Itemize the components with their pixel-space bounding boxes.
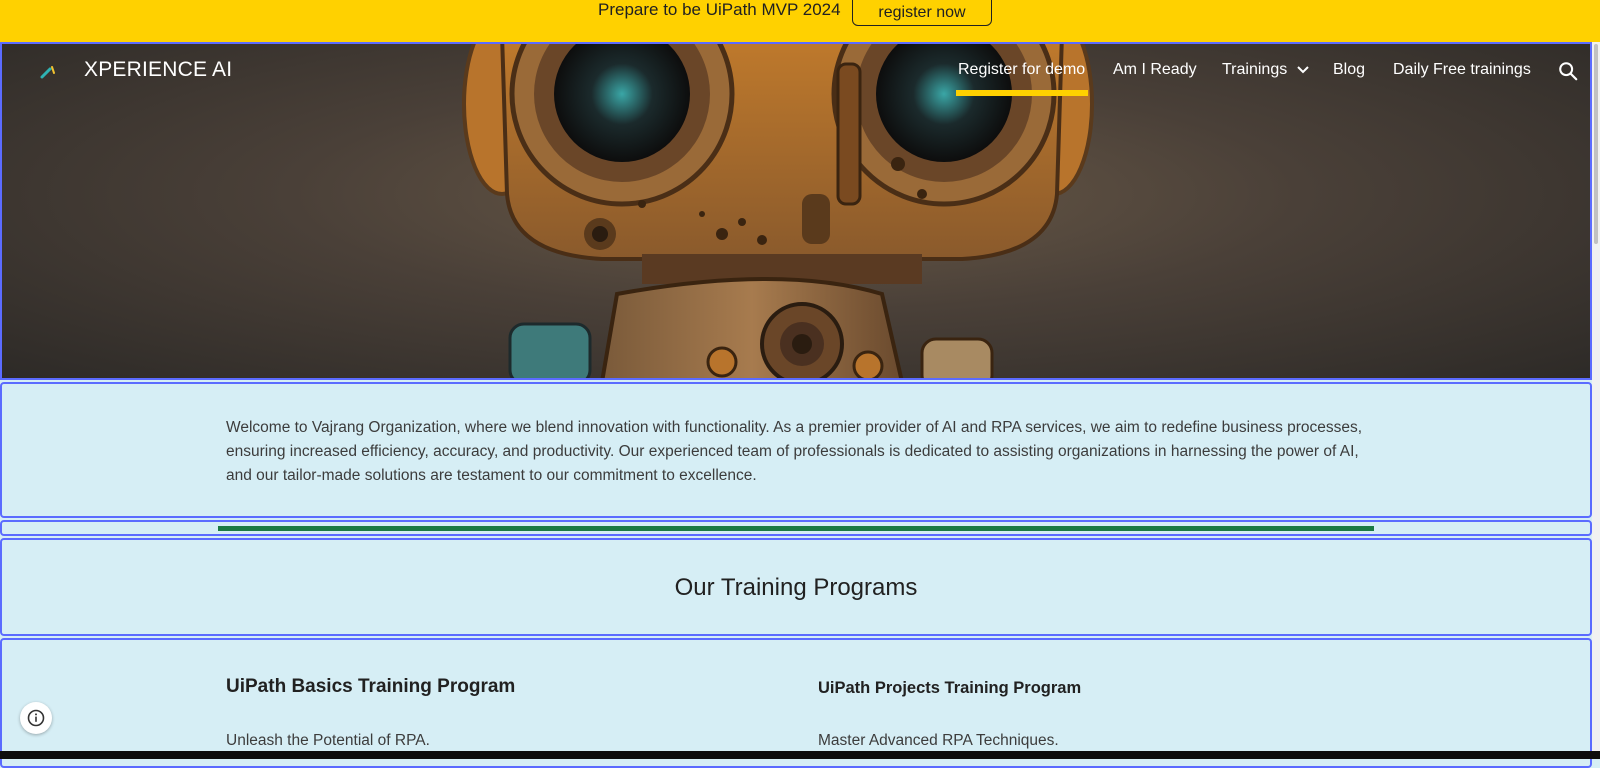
chevron-down-icon — [1296, 66, 1309, 74]
nav-am-i-ready[interactable]: Am I Ready — [1113, 61, 1197, 79]
program-card-description: Master Advanced RPA Techniques. — [818, 732, 1059, 749]
hero-banner: XPERIENCE AI Register for demo Am I Read… — [0, 42, 1592, 380]
page-scrollbar[interactable] — [1592, 42, 1600, 751]
programs-heading-section: Our Training Programs — [0, 538, 1592, 636]
nav-trainings[interactable]: Trainings — [1222, 61, 1310, 79]
register-now-button[interactable]: register now — [852, 0, 992, 26]
programs-cards-section: UiPath Basics Training Program UiPath Pr… — [0, 638, 1592, 768]
robot-hero-image — [462, 44, 1094, 378]
bottom-edge-bar — [0, 751, 1600, 759]
intro-section: Welcome to Vajrang Organization, where w… — [0, 382, 1592, 518]
nav-daily-free-trainings[interactable]: Daily Free trainings — [1393, 61, 1531, 79]
site-title[interactable]: XPERIENCE AI — [84, 58, 232, 82]
program-card-title: UiPath Projects Training Program — [818, 679, 1082, 697]
site-info-button[interactable] — [20, 702, 52, 734]
active-nav-indicator — [956, 90, 1088, 96]
intro-paragraph: Welcome to Vajrang Organization, where w… — [226, 419, 1363, 484]
search-icon[interactable] — [1557, 60, 1579, 82]
nav-blog[interactable]: Blog — [1333, 61, 1365, 79]
announcement-bar: Prepare to be UiPath MVP 2024 register n… — [0, 0, 1600, 42]
nav-register-for-demo[interactable]: Register for demo — [958, 61, 1085, 79]
program-card-title: UiPath Basics Training Program — [226, 676, 516, 697]
scrollbar-thumb[interactable] — [1594, 44, 1598, 244]
site-logo-icon — [40, 66, 55, 79]
nav-trainings-label: Trainings — [1222, 61, 1288, 78]
programs-heading: Our Training Programs — [674, 574, 918, 601]
announcement-text: Prepare to be UiPath MVP 2024 — [598, 0, 841, 19]
divider-line — [218, 526, 1374, 531]
divider-section — [0, 520, 1592, 536]
program-card-description: Unleash the Potential of RPA. — [226, 732, 430, 749]
info-icon — [27, 709, 45, 727]
